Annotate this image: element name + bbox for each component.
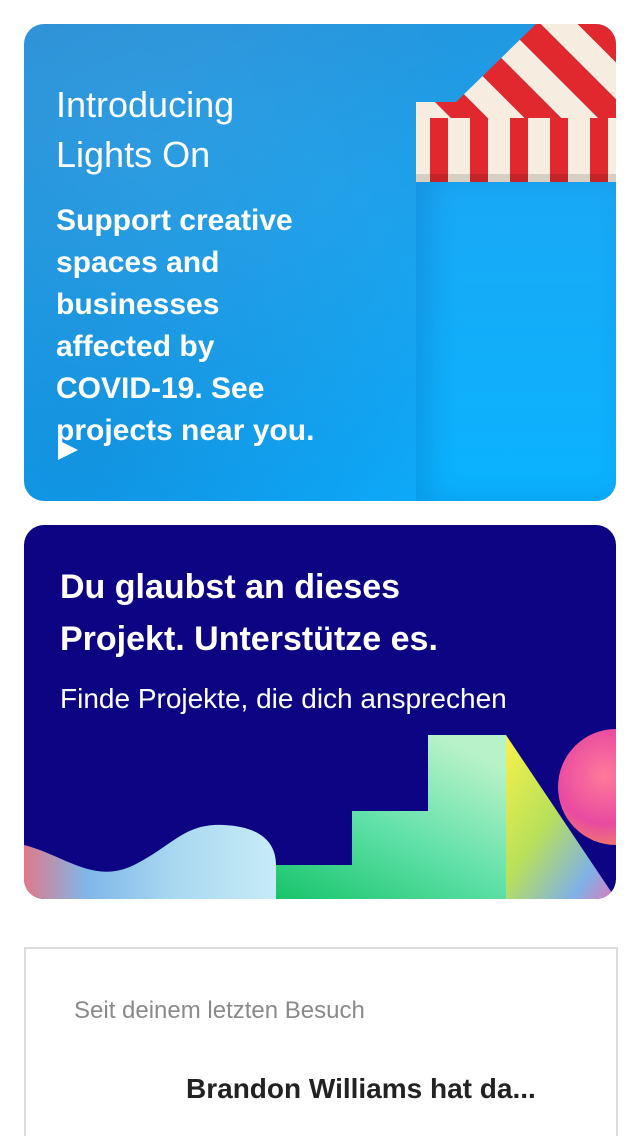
- body-line: COVID-19. See: [56, 372, 265, 405]
- title-line: Lights On: [56, 134, 211, 175]
- discover-subtitle: Finde Projekte, die dich ansprechen: [60, 683, 507, 714]
- body-line: businesses: [56, 288, 220, 321]
- activity-card[interactable]: Seit deinem letzten Besuch Brandon Willi…: [24, 947, 618, 1136]
- storefront-wall-illustration: [416, 174, 616, 501]
- discover-projects-card[interactable]: Du glaubst an dieses Projekt. Unterstütz…: [24, 525, 616, 899]
- body-line: affected by: [56, 330, 215, 363]
- discover-headline: Du glaubst an dieses Projekt. Unterstütz…: [60, 561, 600, 665]
- lights-on-description: Support creative spaces and businesses a…: [56, 200, 356, 452]
- lights-on-card[interactable]: Introducing Lights On Support creative s…: [24, 24, 616, 501]
- body-line: Support creative: [56, 204, 293, 237]
- headline-line: Du glaubst an dieses: [60, 568, 401, 606]
- awning-illustration: [416, 24, 616, 182]
- title-line: Introducing: [56, 84, 235, 125]
- home-screen: Introducing Lights On Support creative s…: [0, 0, 640, 1136]
- activity-item-text[interactable]: Brandon Williams hat da...: [186, 1073, 536, 1105]
- play-icon[interactable]: [58, 440, 78, 460]
- headline-line: Projekt. Unterstütze es.: [60, 620, 438, 658]
- body-line: spaces and: [56, 246, 220, 279]
- body-line: projects near you.: [56, 414, 315, 447]
- since-last-visit-label: Seit deinem letzten Besuch: [74, 997, 365, 1024]
- lights-on-title: Introducing Lights On: [56, 80, 356, 180]
